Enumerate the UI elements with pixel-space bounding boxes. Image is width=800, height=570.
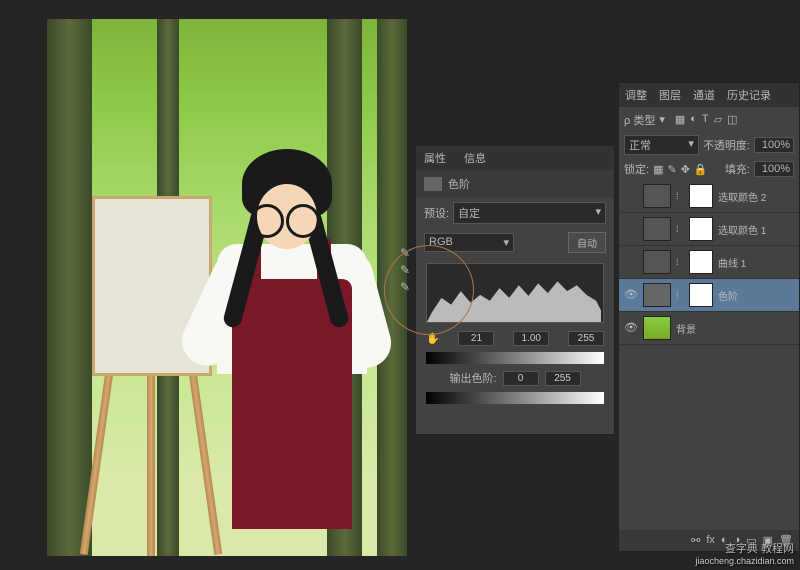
layer-row[interactable]: ⁞ 曲线 1	[619, 246, 799, 279]
chevron-down-icon[interactable]: ▾	[659, 113, 665, 126]
link-icon: ⁞	[676, 257, 684, 267]
visibility-toggle[interactable]	[624, 189, 638, 203]
layer-mask[interactable]	[689, 184, 713, 208]
eyedropper-white-icon[interactable]: ✎	[400, 280, 414, 294]
input-gradient[interactable]	[426, 352, 604, 364]
lock-all-icon[interactable]: 🔒	[694, 163, 708, 176]
layer-thumbnail[interactable]	[643, 184, 671, 208]
layer-name[interactable]: 背景	[676, 321, 794, 336]
properties-tabs: 属性 信息	[416, 146, 614, 170]
input-white-field[interactable]	[568, 331, 604, 346]
tab-layers[interactable]: 图层	[656, 85, 684, 105]
adjustment-title: 色阶	[448, 176, 470, 192]
layer-name[interactable]: 选取颜色 2	[718, 189, 794, 204]
hand-icon[interactable]: ✋	[426, 332, 440, 345]
visibility-toggle[interactable]	[624, 255, 638, 269]
fill-label: 填充:	[725, 161, 750, 177]
lock-label: 锁定:	[624, 161, 649, 177]
chevron-down-icon: ▾	[503, 236, 509, 249]
eyedropper-gray-icon[interactable]: ✎	[400, 263, 414, 277]
visibility-toggle[interactable]	[624, 222, 638, 236]
opacity-label: 不透明度:	[703, 137, 750, 153]
tab-history[interactable]: 历史记录	[724, 85, 774, 105]
layer-thumbnail[interactable]	[643, 316, 671, 340]
properties-panel: 属性 信息 色阶 预设: 自定▾ RGB▾ 自动 ✎ ✎ ✎ ✋ 输出色阶:	[415, 145, 615, 435]
layer-row[interactable]: ⁞ 选取颜色 2	[619, 180, 799, 213]
layers-tabs: 调整 图层 通道 历史记录	[619, 83, 799, 107]
tab-properties[interactable]: 属性	[420, 148, 450, 168]
visibility-toggle[interactable]: 👁	[624, 321, 638, 335]
tab-info[interactable]: 信息	[460, 148, 490, 168]
preset-label: 预设:	[424, 205, 449, 221]
output-white-field[interactable]	[545, 371, 581, 386]
watermark: 查字典 教程网 jiaocheng.chazidian.com	[695, 540, 794, 566]
output-gradient[interactable]	[426, 392, 604, 404]
input-black-field[interactable]	[458, 331, 494, 346]
link-icon: ⁞	[676, 191, 684, 201]
filter-label: ρ 类型	[624, 112, 655, 128]
layers-panel: 调整 图层 通道 历史记录 ρ 类型 ▾ ▦ ◐ T ▱ ◫ 正常▾ 不透明度:…	[618, 82, 800, 552]
layer-thumbnail[interactable]	[643, 217, 671, 241]
layer-row[interactable]: 👁 背景	[619, 312, 799, 345]
filter-type-icon[interactable]: T	[702, 113, 709, 126]
lock-transparency-icon[interactable]: ▦	[653, 163, 663, 176]
lock-brush-icon[interactable]: ✎	[667, 163, 676, 176]
layer-mask[interactable]	[689, 217, 713, 241]
chevron-down-icon: ▾	[595, 205, 601, 221]
fill-field[interactable]: 100%	[754, 161, 794, 177]
lock-position-icon[interactable]: ✥	[681, 163, 690, 176]
link-icon: ⁞	[676, 224, 684, 234]
histogram[interactable]	[426, 263, 604, 323]
photo-content	[47, 19, 407, 556]
watermark-main: 查字典 教程网	[695, 540, 794, 556]
opacity-field[interactable]: 100%	[754, 137, 794, 153]
output-black-field[interactable]	[503, 371, 539, 386]
tab-adjustments[interactable]: 调整	[622, 85, 650, 105]
layer-name[interactable]: 曲线 1	[718, 255, 794, 270]
layer-mask[interactable]	[689, 250, 713, 274]
layer-row[interactable]: ⁞ 选取颜色 1	[619, 213, 799, 246]
output-label: 输出色阶:	[449, 370, 496, 386]
preset-dropdown[interactable]: 自定▾	[453, 202, 606, 224]
eyedropper-tools: ✎ ✎ ✎	[400, 246, 414, 294]
layer-thumbnail[interactable]	[643, 250, 671, 274]
chevron-down-icon: ▾	[688, 137, 694, 153]
visibility-toggle[interactable]: 👁	[624, 288, 638, 302]
document-canvas[interactable]	[47, 19, 407, 556]
blend-mode-dropdown[interactable]: 正常▾	[624, 135, 699, 155]
auto-button[interactable]: 自动	[568, 232, 606, 253]
filter-shape-icon[interactable]: ▱	[714, 113, 722, 126]
eyedropper-black-icon[interactable]: ✎	[400, 246, 414, 260]
tab-channels[interactable]: 通道	[690, 85, 718, 105]
watermark-sub: jiaocheng.chazidian.com	[695, 556, 794, 566]
link-icon: ⁞	[676, 290, 684, 300]
filter-smart-icon[interactable]: ◫	[727, 113, 737, 126]
filter-pixel-icon[interactable]: ▦	[675, 113, 685, 126]
levels-icon	[424, 177, 442, 191]
layer-name[interactable]: 选取颜色 1	[718, 222, 794, 237]
input-gamma-field[interactable]	[513, 331, 549, 346]
layer-mask[interactable]	[689, 283, 713, 307]
layer-row[interactable]: 👁 ⁞ 色阶	[619, 279, 799, 312]
layer-thumbnail[interactable]	[643, 283, 671, 307]
channel-dropdown[interactable]: RGB▾	[424, 233, 514, 252]
filter-adjust-icon[interactable]: ◐	[690, 113, 697, 126]
layer-name[interactable]: 色阶	[718, 288, 794, 303]
